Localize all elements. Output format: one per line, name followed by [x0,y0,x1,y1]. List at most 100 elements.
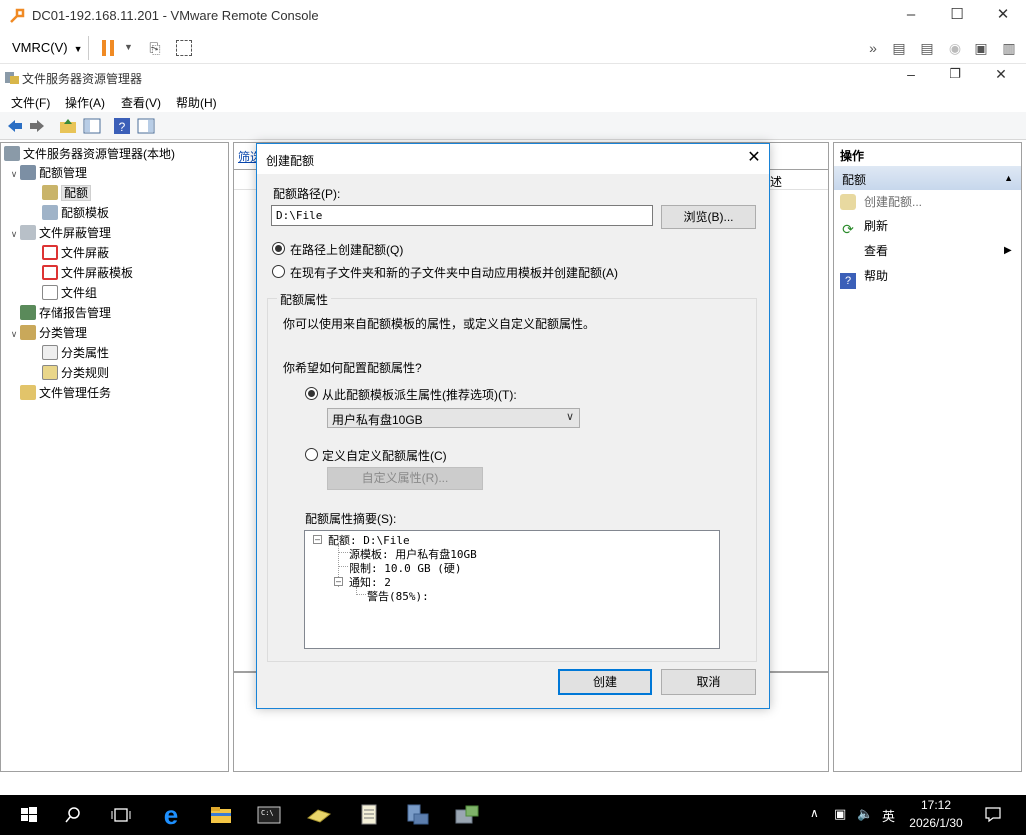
network-status-icon[interactable]: ▣ [834,806,846,822]
send-ctrl-alt-del-icon[interactable]: ⎘ [146,39,164,57]
radio-custom-label[interactable]: 定义自定义配额属性(C) [322,447,447,464]
notepad-icon[interactable] [354,800,384,830]
svg-text:?: ? [119,120,126,134]
disk2-icon[interactable]: ▤ [918,39,936,57]
tree-item-label: 配额模板 [61,206,110,220]
create-button[interactable]: 创建 [558,669,652,695]
mmc-close-button[interactable]: ✕ [986,66,1016,83]
show-hide-action-pane-icon[interactable] [137,117,155,135]
vmrc-close-button[interactable]: ✕ [980,0,1026,32]
volume-muted-icon[interactable]: 🔈 [857,806,873,822]
browse-button[interactable]: 浏览(B)... [661,205,756,229]
actions-title: 操作 [840,149,865,163]
pause-icon-bar[interactable] [110,40,114,56]
action-label: 创建配额... [864,195,923,209]
menu-action[interactable]: 操作(A) [65,94,105,111]
classification-icon [20,325,36,340]
radio-custom-properties[interactable] [305,448,318,461]
actions-group-header[interactable]: 配额 ▲ [834,166,1021,190]
ime-indicator[interactable]: 英 [882,806,895,825]
search-icon[interactable] [58,800,88,830]
internet-explorer-icon[interactable]: e [156,800,186,830]
clock-time[interactable]: 17:12 [918,798,954,812]
action-view[interactable]: 查看 ▶ [840,240,1020,262]
pause-icon[interactable] [102,40,106,56]
show-hide-tree-icon[interactable] [83,117,101,135]
menu-view[interactable]: 查看(V) [121,94,161,111]
chevron-down-icon[interactable]: ∨ [8,164,20,184]
tree-item-classification-management[interactable]: ∨ 分类管理 [8,323,87,343]
collapse-icon[interactable]: ▲ [1004,173,1013,183]
network-icon[interactable]: ▣ [972,39,990,57]
tree-item-file-screen-templates[interactable]: 文件屏蔽模板 [42,263,133,283]
tree-item-file-groups[interactable]: 文件组 [42,283,97,303]
clock-date[interactable]: 2026/1/30 [902,816,970,830]
server-manager-icon[interactable] [304,800,334,830]
back-arrow-icon[interactable] [6,117,24,135]
mmc-minimize-button[interactable]: – [896,66,926,82]
summary-label: 配额属性摘要(S): [305,512,397,526]
chevron-down-icon[interactable]: ∨ [8,324,20,344]
more-icon[interactable]: » [864,39,882,57]
notification-center-icon[interactable] [984,805,1002,823]
action-create-quota[interactable]: 创建配额... [840,191,1020,213]
tree-item-label: 分类规则 [61,366,110,380]
disk-icon[interactable]: ▤ [890,39,908,57]
forward-arrow-icon[interactable] [28,117,46,135]
action-refresh[interactable]: ⟳ 刷新 [840,215,1020,237]
menu-help[interactable]: 帮助(H) [176,94,217,111]
radio-auto-apply-label[interactable]: 在现有子文件夹和新的子文件夹中自动应用模板并创建配额(A) [290,264,618,281]
mmc-restore-button[interactable]: ❐ [940,66,970,82]
collapse-icon[interactable]: – [334,577,343,586]
tree-item-label: 配额 [61,185,92,201]
menu-file[interactable]: 文件(F) [11,94,50,111]
action-help[interactable]: ? 帮助 [840,265,1020,289]
show-hidden-icons-icon[interactable]: ∧ [810,806,819,820]
dialog-close-button[interactable]: ✕ [744,148,764,168]
tree-item-label: 文件屏蔽模板 [61,266,134,280]
help-icon[interactable]: ? [113,117,131,135]
radio-create-on-path-label[interactable]: 在路径上创建配额(Q) [290,241,403,258]
tree-item-storage-reports[interactable]: 存储报告管理 [8,303,111,323]
usb-icon[interactable]: ▥ [1000,39,1018,57]
radio-derive-label[interactable]: 从此配额模板派生属性(推荐选项)(T): [322,386,517,403]
cd-icon[interactable]: ◉ [946,39,964,57]
radio-auto-apply[interactable] [272,265,285,278]
cancel-button[interactable]: 取消 [661,669,756,695]
column-header-description[interactable]: 述 [770,173,782,190]
tree-item-classification-rules[interactable]: 分类规则 [42,363,109,383]
template-select[interactable]: 用户私有盘10GB ∨ [327,408,580,428]
vmrc-maximize-button[interactable]: ☐ [934,0,980,32]
tree-item-file-screening-management[interactable]: ∨ 文件屏蔽管理 [8,223,111,243]
vmrc-minimize-button[interactable]: – [888,0,934,32]
pause-dropdown-icon[interactable]: ▼ [124,42,133,52]
file-server-resource-manager-icon[interactable] [452,800,482,830]
server-icon[interactable] [402,800,432,830]
radio-create-on-path[interactable] [272,242,285,255]
vmrc-menu-button[interactable]: VMRC(V) ▼ [12,40,83,55]
tree-item-label: 分类属性 [61,346,110,360]
task-view-icon[interactable] [106,800,136,830]
file-explorer-icon[interactable] [206,800,236,830]
tree-root[interactable]: 文件服务器资源管理器(本地) [4,144,175,164]
collapse-icon[interactable]: – [313,535,322,544]
up-folder-icon[interactable] [59,117,77,135]
tree-item-quota-templates[interactable]: 配额模板 [42,203,109,223]
windows-start-icon[interactable] [14,800,44,830]
tree-item-file-management-tasks[interactable]: 文件管理任务 [8,383,111,403]
tree-item-quota-management[interactable]: ∨ 配额管理 [8,163,87,183]
tree-item-quota[interactable]: 配额 [42,183,92,203]
create-quota-icon [840,194,856,210]
chevron-down-icon[interactable]: ∨ [8,224,20,244]
tree-item-label: 文件屏蔽管理 [39,226,112,240]
fullscreen-icon[interactable] [176,40,192,56]
custom-properties-button[interactable]: 自定义属性(R)... [327,467,483,490]
vmrc-titlebar: DC01-192.168.11.201 - VMware Remote Cons… [0,0,1026,32]
radio-derive-from-template[interactable] [305,387,318,400]
command-prompt-icon[interactable]: C:\ [254,800,284,830]
tree-root-label: 文件服务器资源管理器(本地) [23,147,175,161]
chevron-down-icon: ∨ [565,411,574,423]
quota-path-input[interactable]: D:\File [271,205,653,226]
tree-item-file-screens[interactable]: 文件屏蔽 [42,243,109,263]
tree-item-classification-properties[interactable]: 分类属性 [42,343,109,363]
